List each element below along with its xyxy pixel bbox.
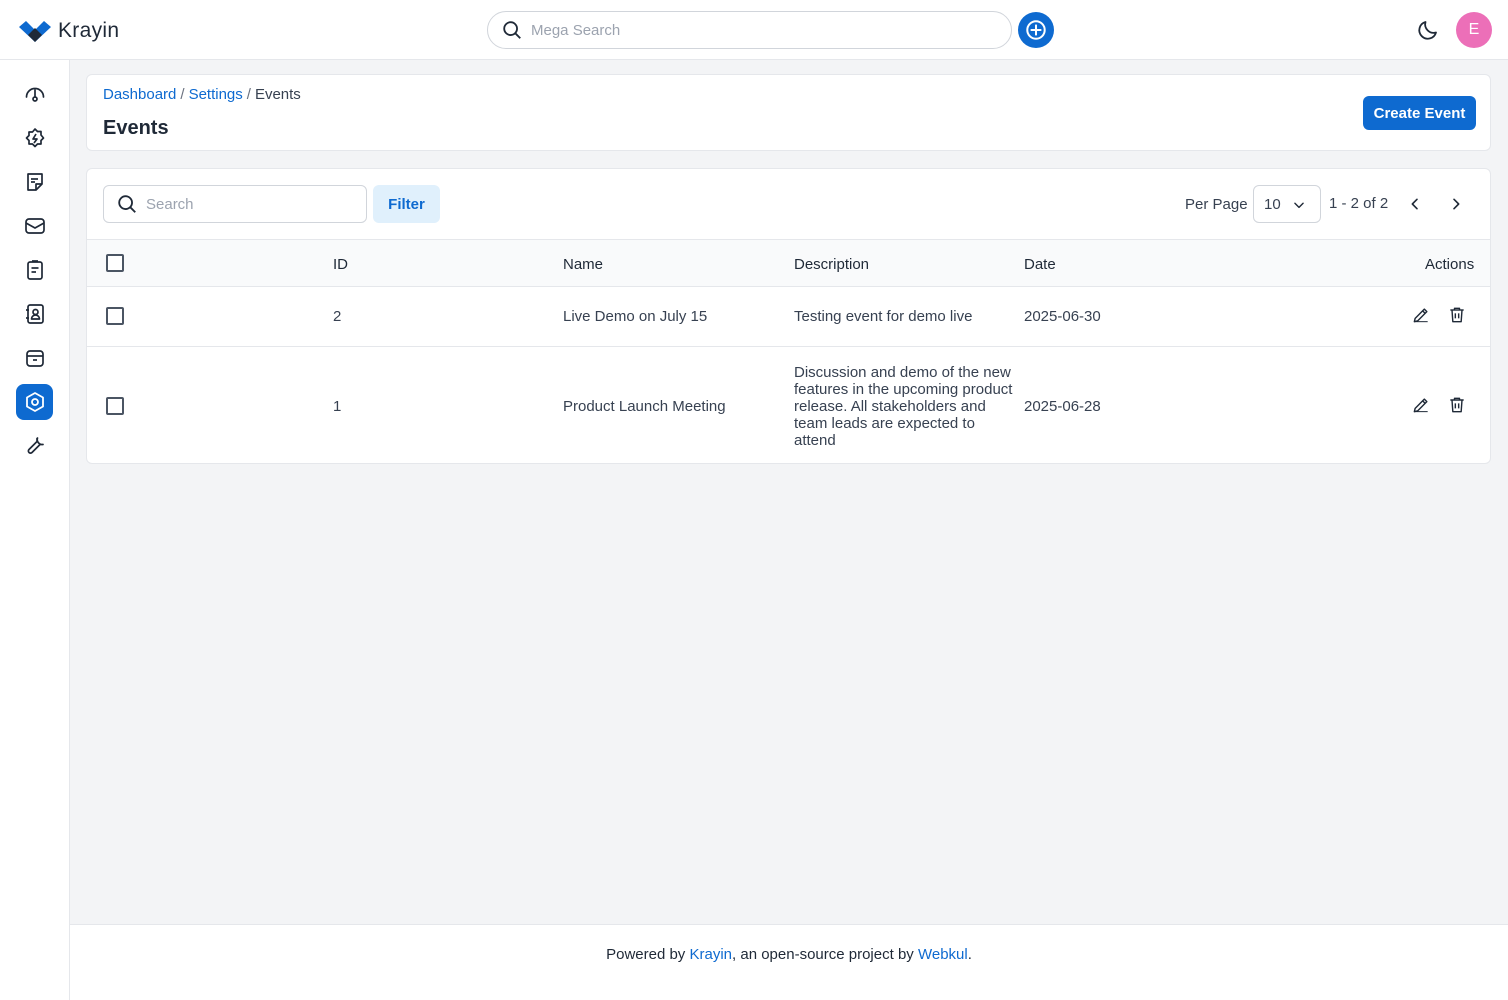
breadcrumb-dashboard-link[interactable]: Dashboard [103,86,176,103]
page-header-card: Dashboard / Settings / Events Events Create … [86,74,1491,151]
breadcrumb-separator: / [180,86,185,103]
table-header-row: ID Name Description Date Actions [87,239,1490,287]
user-avatar[interactable]: E [1456,12,1492,48]
sidebar-item-contacts[interactable] [16,296,53,332]
events-datagrid: Filter Per Page 10 1 - 2 of 2 ID Name De… [86,168,1491,464]
search-icon [118,195,136,213]
leads-icon [25,128,44,148]
chevron-left-icon [1411,198,1418,210]
wrench-icon [27,437,44,454]
dashboard-icon [25,87,44,102]
footer-prefix: Powered by [606,946,686,963]
pagination-info: 1 - 2 of 2 [1329,195,1389,212]
breadcrumb-settings-link[interactable]: Settings [189,86,243,103]
footer: Powered by Krayin, an open-source projec… [70,924,1508,1000]
cell-name: Live Demo on July 15 [563,308,708,325]
settings-icon [25,392,44,412]
sidebar-item-activities[interactable] [16,252,53,288]
sidebar-item-configuration[interactable] [16,428,53,464]
sidebar [0,60,70,1000]
trash-icon [1450,307,1464,323]
footer-suffix: . [967,946,972,963]
mega-search-box[interactable] [487,11,1012,49]
grid-search-input[interactable] [146,195,346,213]
table-row: 1 Product Launch Meeting Discussion and … [87,347,1490,463]
page-title: Events [103,117,169,139]
products-icon [25,350,44,367]
breadcrumb-separator: / [246,86,251,103]
column-header-date[interactable]: Date [1024,256,1056,273]
edit-button[interactable] [1410,304,1432,326]
chevron-down-icon [1294,202,1304,209]
sidebar-item-quotes[interactable] [16,164,53,200]
column-header-name[interactable]: Name [563,256,603,273]
dark-mode-toggle[interactable] [1414,16,1442,44]
filter-button[interactable]: Filter [373,185,440,223]
grid-search-box[interactable] [103,185,367,223]
top-header: Krayin E [0,0,1508,60]
pencil-icon [1413,308,1428,323]
sidebar-item-dashboard[interactable] [16,76,53,112]
plus-icon [1026,20,1046,40]
per-page-label: Per Page [1185,196,1248,213]
footer-krayin-link[interactable]: Krayin [689,946,732,963]
cell-description: Testing event for demo live [794,308,973,325]
next-page-button[interactable] [1444,193,1468,215]
column-header-id[interactable]: ID [333,256,348,273]
breadcrumb: Dashboard / Settings / Events [103,86,301,103]
column-header-description[interactable]: Description [794,256,869,273]
delete-button[interactable] [1446,304,1468,326]
cell-id: 2 [333,308,342,325]
krayin-logo-icon [19,21,51,42]
activities-icon [26,260,43,280]
per-page-value: 10 [1264,195,1281,213]
edit-button[interactable] [1410,394,1432,416]
footer-middle: , an open-source project by [732,946,914,963]
per-page-select[interactable]: 10 [1253,185,1321,223]
search-icon [503,21,521,39]
create-event-button[interactable]: Create Event [1363,96,1476,130]
pencil-icon [1413,398,1428,413]
cell-description: Discussion and demo of the new features … [794,364,1013,449]
breadcrumb-current: Events [254,86,301,103]
cell-date: 2025-06-30 [1024,308,1101,325]
brand-name: Krayin [58,19,120,42]
row-select-checkbox[interactable] [106,397,124,415]
footer-webkul-link[interactable]: Webkul [918,946,968,963]
quick-create-button[interactable] [1018,12,1054,48]
row-select-checkbox[interactable] [106,307,124,325]
table-row: 2 Live Demo on July 15 Testing event for… [87,287,1490,347]
trash-icon [1450,397,1464,413]
quotes-icon [26,173,43,191]
mail-icon [24,218,45,234]
delete-button[interactable] [1446,394,1468,416]
sidebar-item-leads[interactable] [16,120,53,156]
select-all-checkbox[interactable] [106,254,124,272]
cell-id: 1 [333,398,342,415]
previous-page-button[interactable] [1403,193,1427,215]
sidebar-item-products[interactable] [16,340,53,376]
cell-date: 2025-06-28 [1024,398,1101,415]
brand-logo[interactable]: Krayin [18,18,119,44]
chevron-right-icon [1453,198,1460,210]
contacts-icon [25,304,44,324]
sidebar-item-settings[interactable] [16,384,53,420]
mega-search-input[interactable] [531,21,971,39]
moon-icon [1418,21,1437,40]
sidebar-item-mail[interactable] [16,208,53,244]
cell-name: Product Launch Meeting [563,398,726,415]
column-header-actions: Actions [1425,256,1475,273]
